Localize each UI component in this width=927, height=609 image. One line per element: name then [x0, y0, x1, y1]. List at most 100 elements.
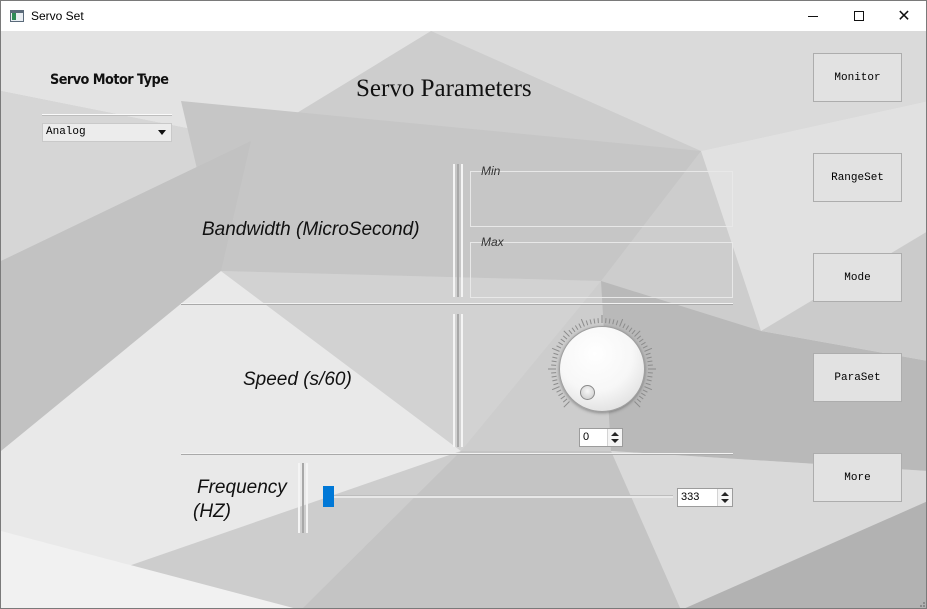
- maximize-icon: [854, 11, 864, 21]
- dial-tick: [634, 330, 641, 337]
- frequency-value: 333: [681, 491, 700, 503]
- dial-tick: [645, 352, 651, 356]
- vertical-divider: [453, 164, 463, 297]
- dial-tick: [578, 323, 582, 329]
- dial-tick: [560, 338, 566, 343]
- speed-label: Speed (s/60): [243, 369, 352, 390]
- servo-motor-type-label: Servo Motor Type: [50, 72, 169, 88]
- horizontal-divider: [181, 303, 733, 305]
- resize-grip-icon[interactable]: [916, 598, 926, 608]
- servo-set-window: Servo Set ✕ Servo Motor Type Analog Serv…: [0, 0, 927, 609]
- dial-tick: [608, 318, 611, 324]
- dial-tick: [612, 319, 615, 325]
- close-button[interactable]: ✕: [881, 1, 926, 31]
- max-group-title: Max: [481, 235, 504, 249]
- dial-tick: [563, 330, 570, 337]
- divider: [42, 114, 172, 116]
- spin-up-icon[interactable]: [611, 432, 619, 436]
- dial-tick: [636, 398, 642, 403]
- dial-tick: [619, 318, 624, 327]
- minimize-icon: [808, 15, 818, 17]
- mode-button[interactable]: Mode: [813, 253, 902, 302]
- servo-motor-type-select[interactable]: Analog: [42, 123, 172, 142]
- dial-tick: [551, 347, 560, 352]
- dial-tick: [644, 347, 653, 352]
- dial-tick: [553, 352, 559, 356]
- dial-tick: [645, 382, 651, 386]
- frequency-label-line2: (HZ): [193, 501, 231, 522]
- dial-tick: [642, 345, 648, 349]
- dial-tick: [552, 379, 558, 382]
- dial-tick: [589, 319, 592, 325]
- dial-tick: [558, 341, 564, 346]
- dial-tick: [642, 389, 648, 393]
- window-title: Servo Set: [31, 9, 84, 23]
- dial-indicator: [580, 385, 595, 400]
- monitor-button[interactable]: Monitor: [813, 53, 902, 102]
- horizontal-divider: [181, 453, 733, 455]
- dial-tick: [638, 395, 644, 400]
- frequency-spinbox[interactable]: 333: [677, 488, 733, 507]
- dial-tick: [560, 395, 566, 400]
- dial-tick: [585, 320, 589, 326]
- dial-tick: [553, 382, 559, 386]
- dial-tick: [558, 392, 564, 397]
- spin-buttons[interactable]: [717, 489, 732, 506]
- speed-value: 0: [583, 431, 590, 443]
- more-button[interactable]: More: [813, 453, 902, 502]
- dial-tick: [568, 329, 573, 335]
- frequency-label-line1: Frequency: [197, 477, 287, 498]
- dial-tick: [634, 401, 641, 408]
- dial-tick: [593, 318, 596, 324]
- dial-tick: [552, 356, 558, 359]
- dial-tick: [647, 360, 653, 363]
- servo-motor-type-value: Analog: [46, 126, 86, 138]
- spin-up-icon[interactable]: [721, 492, 729, 496]
- dial-tick: [615, 320, 619, 326]
- title-bar[interactable]: Servo Set ✕: [1, 1, 926, 31]
- rangeset-button[interactable]: RangeSet: [813, 153, 902, 202]
- dial-tick: [636, 335, 642, 340]
- bandwidth-max-group[interactable]: Max: [470, 235, 733, 298]
- background-pattern: [1, 31, 926, 608]
- close-icon: ✕: [897, 8, 911, 25]
- paraset-button[interactable]: ParaSet: [813, 353, 902, 402]
- frequency-slider-track[interactable]: [323, 495, 673, 498]
- frequency-label: Frequency (HZ): [193, 476, 303, 524]
- spin-down-icon[interactable]: [611, 439, 619, 443]
- dial-tick: [622, 323, 626, 329]
- speed-spinbox[interactable]: 0: [579, 428, 623, 447]
- dial-tick: [571, 327, 576, 333]
- dial-tick: [580, 318, 585, 327]
- page-title: Servo Parameters: [356, 75, 532, 102]
- spin-down-icon[interactable]: [721, 499, 729, 503]
- speed-dial[interactable]: [547, 314, 657, 424]
- frequency-slider-handle[interactable]: [323, 486, 334, 507]
- vertical-divider: [298, 463, 308, 533]
- dial-tick: [556, 389, 562, 393]
- dial-tick: [646, 356, 652, 359]
- dial-tick: [556, 345, 562, 349]
- dial-tick: [647, 375, 653, 378]
- speed-dial-knob[interactable]: [559, 326, 645, 412]
- dial-tick: [551, 360, 557, 363]
- dial-tick: [551, 375, 557, 378]
- bandwidth-label: Bandwidth (MicroSecond): [202, 219, 420, 240]
- dial-tick: [551, 386, 560, 391]
- window-app-icon: [10, 10, 24, 22]
- minimize-button[interactable]: [790, 1, 836, 31]
- maximize-button[interactable]: [836, 1, 882, 31]
- dial-tick: [563, 401, 570, 408]
- dial-tick: [644, 386, 653, 391]
- bandwidth-min-group[interactable]: Min: [470, 164, 733, 227]
- dial-tick: [562, 335, 568, 340]
- spin-buttons[interactable]: [607, 429, 622, 446]
- dial-tick: [631, 329, 636, 335]
- dial-tick: [574, 325, 579, 331]
- dial-tick: [625, 325, 630, 331]
- dial-tick: [628, 327, 633, 333]
- dial-tick: [646, 379, 652, 382]
- dial-tick: [640, 392, 646, 397]
- dial-tick: [640, 341, 646, 346]
- min-group-title: Min: [481, 164, 501, 178]
